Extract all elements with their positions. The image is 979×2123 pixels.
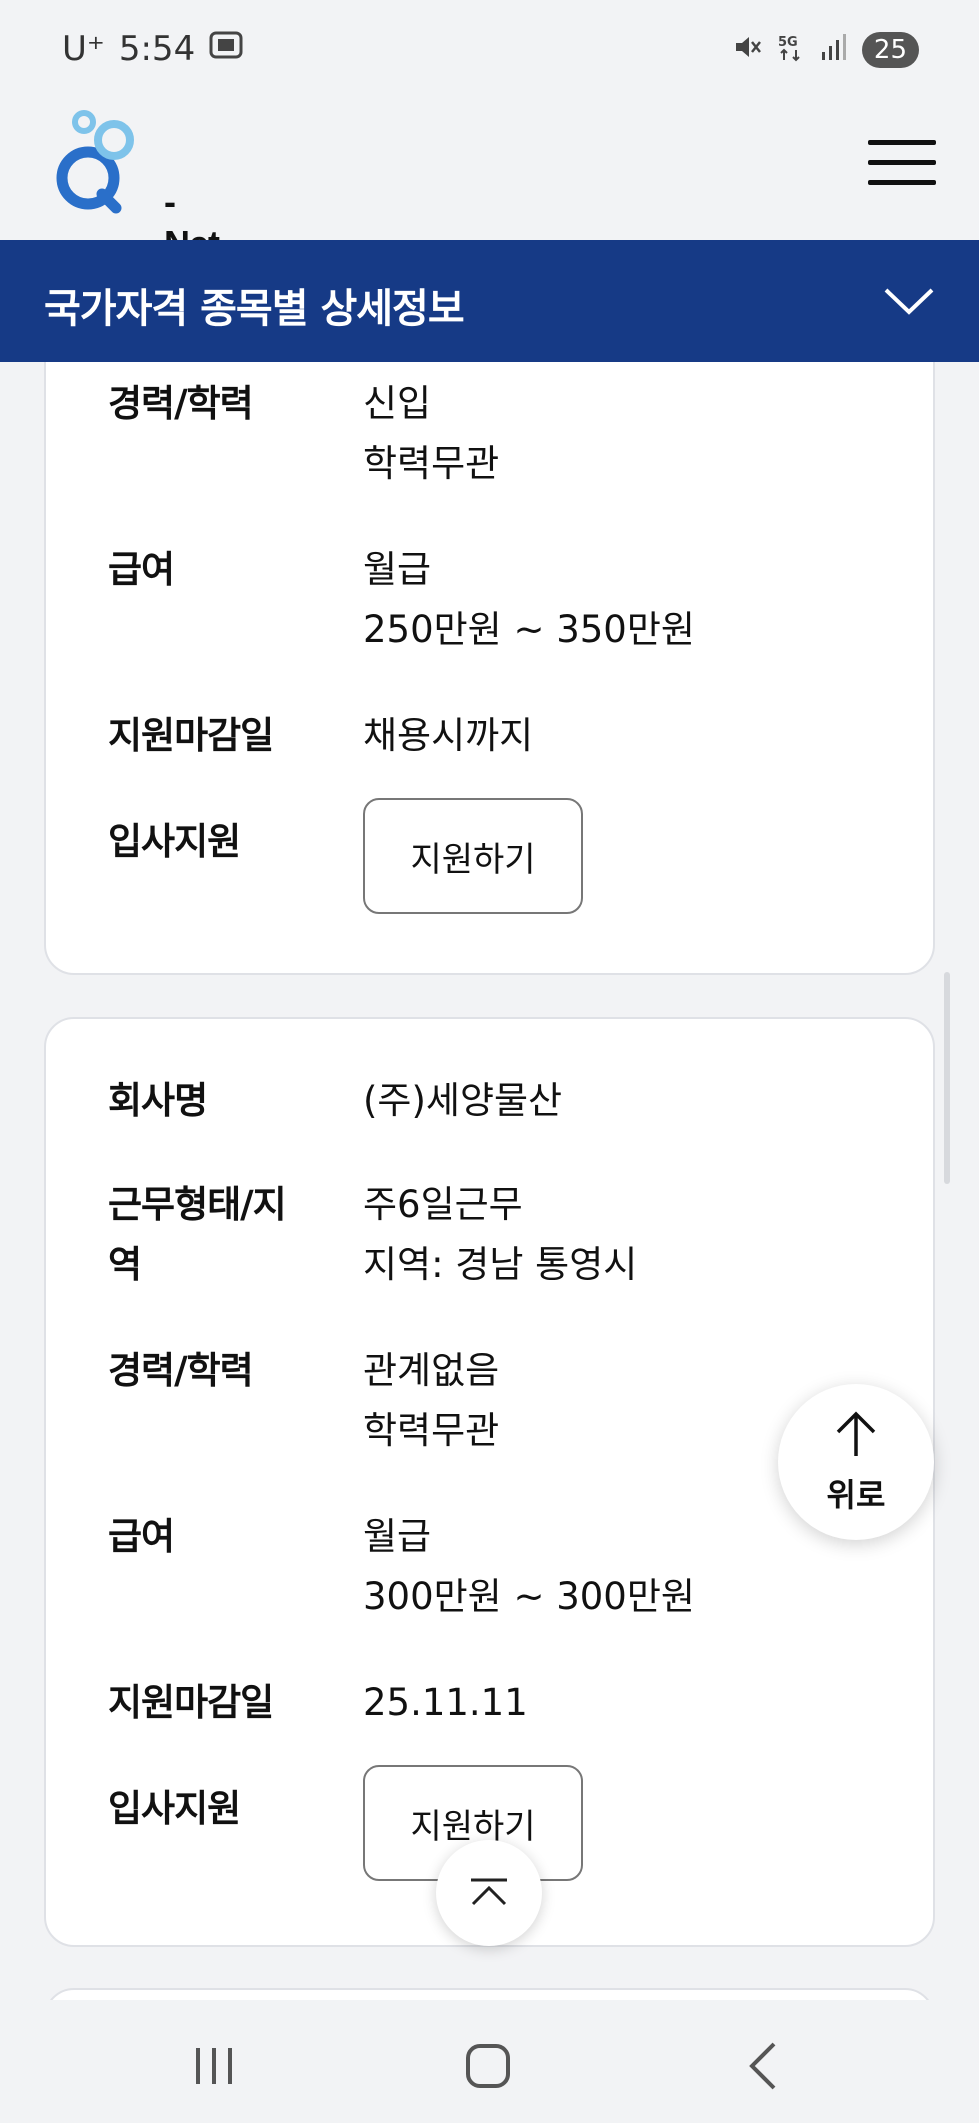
signal-icon	[820, 32, 848, 68]
svg-text:5G: 5G	[778, 35, 798, 50]
qnet-logo[interactable]: - Net	[52, 106, 220, 264]
row-value: 신입 학력무관	[363, 374, 499, 494]
row-value: 월급 300만원 ~ 300만원	[363, 1507, 695, 1627]
page-title: 국가자격 종목별 상세정보	[44, 286, 465, 332]
menu-bar	[868, 160, 936, 165]
row-value: (주)세양물산	[363, 1071, 562, 1131]
home-icon	[466, 2044, 510, 2088]
row-label: 급여	[108, 1515, 175, 1558]
value-line: 학력무관	[363, 1409, 500, 1452]
mute-icon	[732, 32, 762, 68]
arrow-up-icon	[836, 1411, 876, 1456]
scrollbar[interactable]	[944, 972, 950, 1184]
label-line: 역	[108, 1243, 142, 1286]
back-button[interactable]	[736, 2036, 796, 2096]
recent-apps-icon	[196, 2048, 232, 2084]
chevron-up-icon	[471, 1878, 507, 1906]
value-line: 주6일근무	[363, 1183, 523, 1226]
scroll-to-top-button[interactable]	[436, 1840, 542, 1946]
status-bar: U⁺ 5:54 5G 25	[0, 0, 979, 82]
menu-bar	[868, 180, 936, 185]
screenshot-icon	[209, 29, 243, 69]
row-value: 월급 250만원 ~ 350만원	[363, 540, 695, 660]
row-value: 주6일근무 지역: 경남 통영시	[363, 1175, 637, 1295]
menu-button[interactable]	[868, 140, 936, 186]
label-line: 근무형태/지	[108, 1183, 287, 1226]
row-label: 지원마감일	[108, 714, 274, 757]
value-line: 관계없음	[363, 1349, 500, 1392]
row-label: 입사지원	[108, 820, 241, 863]
logo-icon	[56, 110, 134, 214]
value-line: 월급	[363, 548, 432, 591]
job-card	[44, 1988, 935, 2000]
recent-apps-button[interactable]	[184, 2036, 244, 2096]
5g-icon: 5G	[776, 32, 806, 68]
section-title-bar[interactable]: 국가자격 종목별 상세정보	[0, 240, 979, 362]
row-value: 25.11.11	[363, 1673, 528, 1733]
row-label: 회사명	[108, 1079, 208, 1122]
home-button[interactable]	[458, 2036, 518, 2096]
row-label: 경력/학력	[108, 1349, 254, 1392]
value-line: 지역: 경남 통영시	[363, 1243, 638, 1286]
value-line: 월급	[363, 1515, 432, 1558]
value-line: 300만원 ~ 300만원	[363, 1575, 695, 1618]
value-line: (주)세양물산	[363, 1079, 563, 1122]
row-label: 입사지원	[108, 1787, 241, 1830]
value-line: 학력무관	[363, 442, 500, 485]
scroll-up-button[interactable]: 위로	[778, 1384, 934, 1540]
row-value: 채용시까지	[363, 706, 533, 766]
row-label: 경력/학력	[108, 382, 254, 425]
app-header: - Net	[0, 82, 979, 264]
row-label: 근무형태/지 역	[108, 1175, 318, 1295]
scroll-up-label: 위로	[826, 1476, 886, 1514]
value-line: 채용시까지	[363, 714, 534, 757]
value-line: 25.11.11	[363, 1681, 528, 1724]
row-label: 지원마감일	[108, 1681, 274, 1724]
row-value: 관계없음 학력무관	[363, 1341, 499, 1461]
battery-indicator: 25	[861, 32, 919, 68]
job-list[interactable]: 경력/학력 신입 학력무관 급여 월급 250만원 ~ 350만원 지원마감일 …	[0, 362, 979, 2000]
carrier-label: U⁺	[62, 29, 105, 69]
status-left: U⁺ 5:54	[62, 26, 243, 72]
menu-bar	[868, 140, 936, 145]
chevron-down-icon[interactable]	[882, 284, 936, 318]
value-line: 250만원 ~ 350만원	[363, 608, 695, 651]
back-icon	[749, 2042, 776, 2090]
job-card: 경력/학력 신입 학력무관 급여 월급 250만원 ~ 350만원 지원마감일 …	[44, 362, 935, 975]
apply-button[interactable]: 지원하기	[363, 798, 583, 914]
value-line: 신입	[363, 382, 432, 425]
status-right: 5G 25	[732, 30, 919, 70]
clock: 5:54	[118, 29, 196, 69]
row-label: 급여	[108, 548, 175, 591]
system-nav-bar	[0, 2000, 979, 2123]
